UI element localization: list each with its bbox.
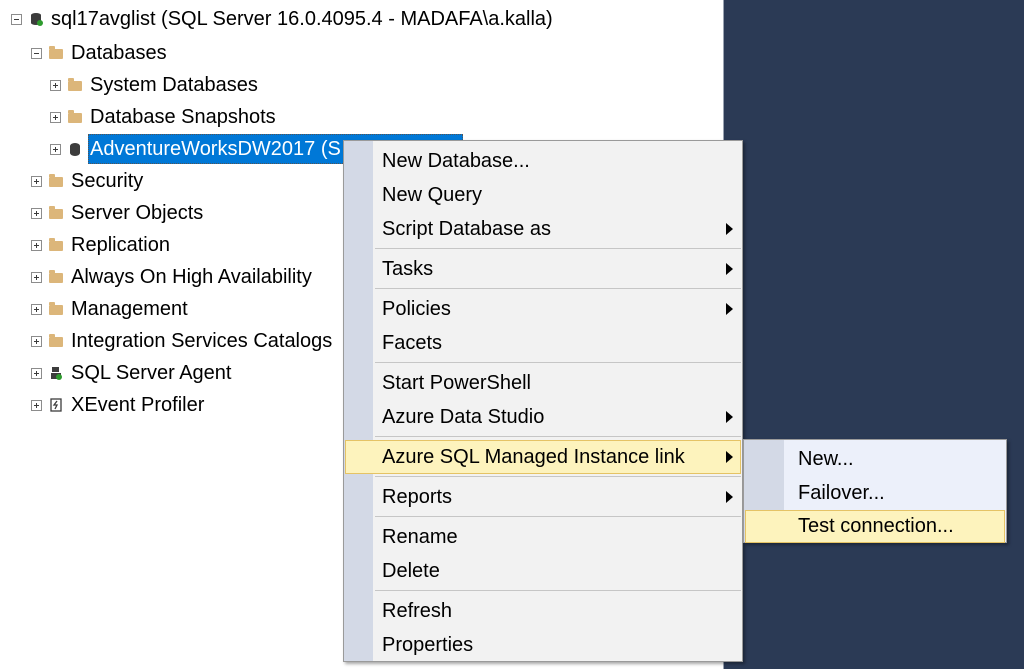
mi-link-submenu: New... Failover... Test connection... <box>743 439 1007 543</box>
expand-icon[interactable] <box>31 303 42 315</box>
menu-item-new-database[interactable]: New Database... <box>345 145 741 177</box>
menu-item-label: Reports <box>382 486 453 508</box>
menu-item-rename[interactable]: Rename <box>345 521 741 553</box>
server-icon <box>31 13 43 26</box>
folder-icon <box>49 302 63 315</box>
database-icon <box>70 142 80 156</box>
chevron-right-icon <box>726 451 733 463</box>
menu-item-label: Failover... <box>798 482 885 504</box>
expand-icon[interactable] <box>31 239 42 251</box>
folder-icon <box>49 206 63 219</box>
expand-icon[interactable] <box>50 79 61 91</box>
chevron-right-icon <box>726 263 733 275</box>
tree-node-databases[interactable]: Databases <box>31 38 169 68</box>
expand-icon[interactable] <box>31 175 42 187</box>
expand-icon[interactable] <box>50 143 61 155</box>
tree-node-database-snapshots[interactable]: Database Snapshots <box>50 102 278 132</box>
menu-item-refresh[interactable]: Refresh <box>345 595 741 627</box>
chevron-right-icon <box>726 223 733 235</box>
menu-separator <box>375 248 741 249</box>
menu-item-label: Refresh <box>382 600 453 622</box>
menu-item-label: Azure SQL Managed Instance link <box>382 446 685 468</box>
menu-item-label: Facets <box>382 332 443 354</box>
tree-label-management: Management <box>71 298 188 320</box>
menu-separator <box>375 590 741 591</box>
menu-separator <box>375 476 741 477</box>
collapse-icon[interactable] <box>31 47 42 59</box>
tree-label-xevent-profiler: XEvent Profiler <box>71 394 205 416</box>
menu-item-label: New Query <box>382 184 483 206</box>
chevron-right-icon <box>726 491 733 503</box>
tree-label-system-databases: System Databases <box>90 74 258 96</box>
folder-icon <box>49 334 63 347</box>
folder-icon <box>49 174 63 187</box>
menu-item-label: Script Database as <box>382 218 551 240</box>
menu-item-label: Properties <box>382 634 474 656</box>
folder-icon <box>68 78 82 91</box>
menu-item-azure-sql-mi-link[interactable]: Azure SQL Managed Instance link <box>345 440 741 474</box>
tree-label-server: sql17avglist (SQL Server 16.0.4095.4 - M… <box>51 8 553 30</box>
collapse-icon[interactable] <box>11 13 22 25</box>
expand-icon[interactable] <box>31 367 42 379</box>
menu-item-new[interactable]: New... <box>745 443 1005 475</box>
folder-icon <box>49 46 63 59</box>
tree-node-security[interactable]: Security <box>31 166 145 196</box>
menu-item-test-connection[interactable]: Test connection... <box>745 510 1005 543</box>
expand-icon[interactable] <box>31 335 42 347</box>
tree-label-integration-services: Integration Services Catalogs <box>71 330 333 352</box>
tree-node-sql-server-agent[interactable]: SQL Server Agent <box>31 358 233 388</box>
expand-icon[interactable] <box>31 399 42 411</box>
tree-label-databases: Databases <box>71 42 167 64</box>
menu-item-label: Rename <box>382 526 458 548</box>
menu-item-delete[interactable]: Delete <box>345 555 741 587</box>
tree-node-integration-services[interactable]: Integration Services Catalogs <box>31 326 334 356</box>
menu-item-script-database-as[interactable]: Script Database as <box>345 213 741 245</box>
menu-separator <box>375 436 741 437</box>
menu-separator <box>375 362 741 363</box>
menu-item-azure-data-studio[interactable]: Azure Data Studio <box>345 401 741 433</box>
menu-item-label: Tasks <box>382 258 434 280</box>
expand-icon[interactable] <box>50 111 61 123</box>
tree-node-management[interactable]: Management <box>31 294 190 324</box>
menu-item-label: Delete <box>382 560 440 582</box>
menu-item-new-query[interactable]: New Query <box>345 179 741 211</box>
tree-label-server-objects: Server Objects <box>71 202 204 224</box>
menu-item-label: Test connection... <box>798 515 954 537</box>
menu-item-failover[interactable]: Failover... <box>745 477 1005 509</box>
tree-label-security: Security <box>71 170 144 192</box>
menu-item-facets[interactable]: Facets <box>345 327 741 359</box>
tree-label-always-on: Always On High Availability <box>71 266 312 288</box>
sql-agent-icon <box>51 367 62 380</box>
tree-label-replication: Replication <box>71 234 170 256</box>
menu-separator <box>375 288 741 289</box>
tree-node-replication[interactable]: Replication <box>31 230 172 260</box>
tree-node-server-objects[interactable]: Server Objects <box>31 198 205 228</box>
menu-item-reports[interactable]: Reports <box>345 481 741 513</box>
menu-item-label: Policies <box>382 298 451 320</box>
tree-label-sql-server-agent: SQL Server Agent <box>71 362 232 384</box>
xevent-profiler-icon <box>50 398 62 412</box>
menu-item-label: New Database... <box>382 150 530 172</box>
menu-item-label: Azure Data Studio <box>382 406 545 428</box>
menu-item-start-powershell[interactable]: Start PowerShell <box>345 367 741 399</box>
menu-item-tasks[interactable]: Tasks <box>345 253 741 285</box>
tree-node-always-on[interactable]: Always On High Availability <box>31 262 314 292</box>
expand-icon[interactable] <box>31 271 42 283</box>
menu-item-properties[interactable]: Properties <box>345 629 741 661</box>
tree-label-database-snapshots: Database Snapshots <box>90 106 276 128</box>
chevron-right-icon <box>726 303 733 315</box>
menu-item-label: New... <box>798 448 854 470</box>
folder-icon <box>49 270 63 283</box>
folder-icon <box>49 238 63 251</box>
menu-item-policies[interactable]: Policies <box>345 293 741 325</box>
tree-node-system-databases[interactable]: System Databases <box>50 70 260 100</box>
database-context-menu: New Database... New Query Script Databas… <box>343 140 743 662</box>
menu-separator <box>375 516 741 517</box>
chevron-right-icon <box>726 411 733 423</box>
expand-icon[interactable] <box>31 207 42 219</box>
folder-icon <box>68 110 82 123</box>
menu-item-label: Start PowerShell <box>382 372 531 394</box>
tree-node-xevent-profiler[interactable]: XEvent Profiler <box>31 390 206 420</box>
tree-node-server[interactable]: sql17avglist (SQL Server 16.0.4095.4 - M… <box>11 4 555 34</box>
